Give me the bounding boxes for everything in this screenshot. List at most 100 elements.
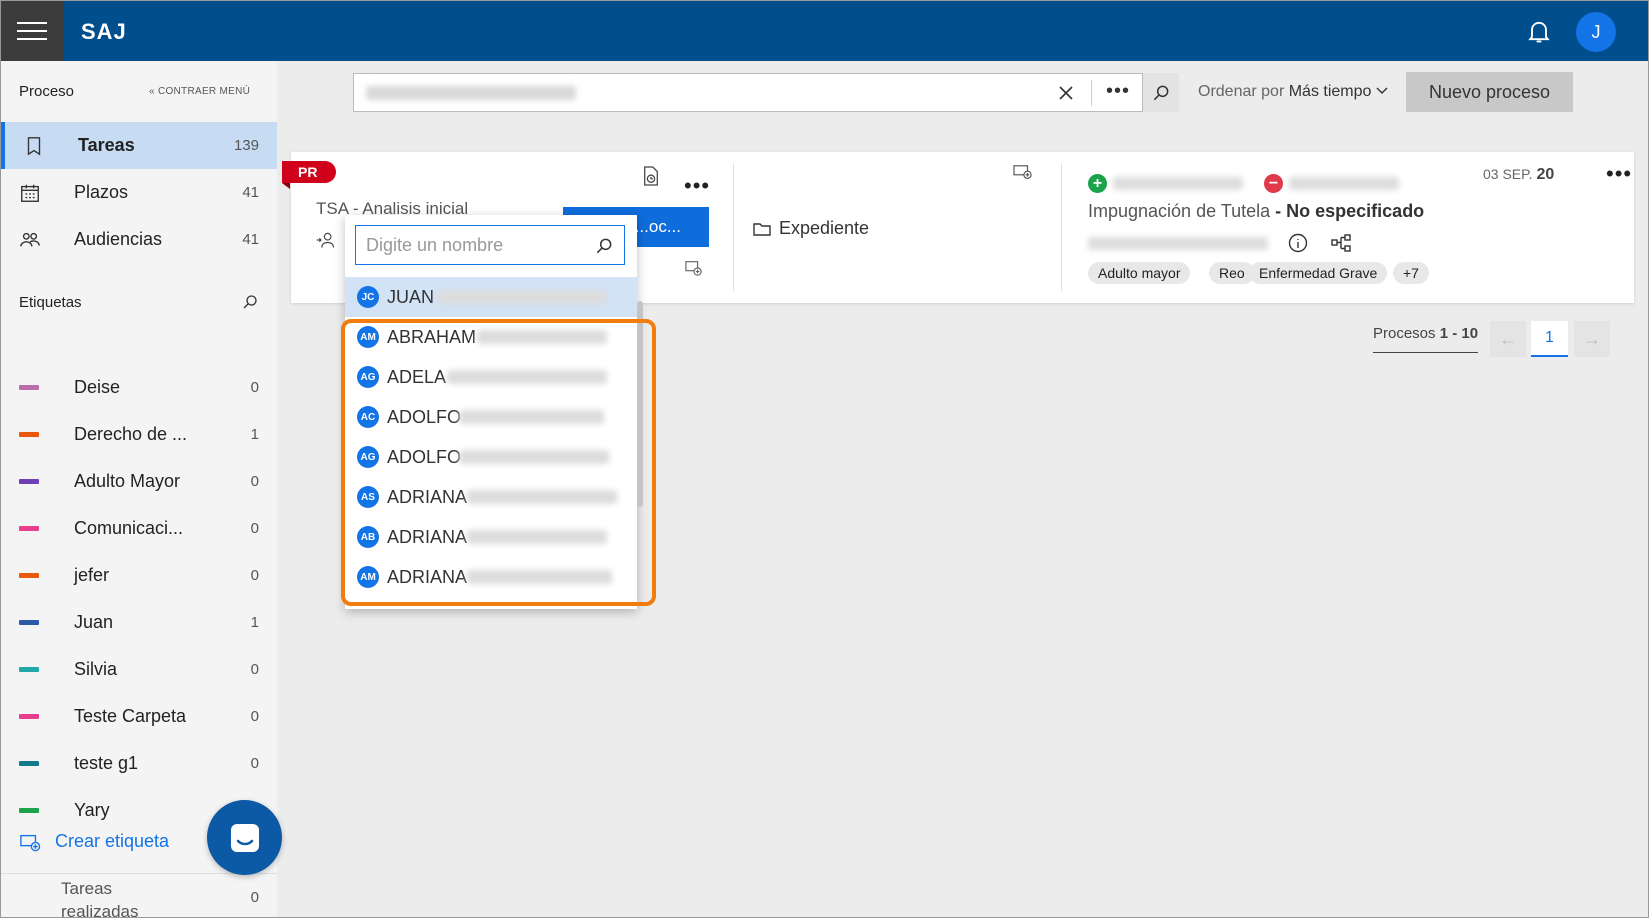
user-name: ABRAHAM [387, 326, 477, 347]
sidebar-item-label: Tareas [78, 135, 135, 155]
user-avatar[interactable]: J [1576, 12, 1616, 52]
surname-redacted [467, 570, 612, 584]
case-status: - No especificado [1270, 201, 1425, 221]
case-type: Impugnación de Tutela [1088, 201, 1271, 221]
completed-tasks-label[interactable]: Tareas realizadas [61, 877, 181, 917]
user-initials-avatar: AG [357, 446, 379, 468]
surname-redacted [477, 330, 607, 344]
name-search-field[interactable] [355, 225, 625, 265]
tag-chip[interactable]: Reo [1209, 262, 1255, 284]
page-1-button[interactable]: 1 [1531, 321, 1568, 357]
dropdown-scrollbar[interactable] [637, 301, 643, 507]
tag-count: 0 [250, 378, 259, 396]
tag-count: 1 [250, 425, 259, 443]
sort-dropdown[interactable]: Ordenar por Más tiempo [1198, 83, 1388, 101]
sidebar-item-tareas[interactable]: Tareas 139 [1, 122, 277, 169]
tag-color-swatch [19, 525, 39, 531]
user-option[interactable]: AC ADOLFO [345, 397, 637, 437]
add-note-icon[interactable] [685, 259, 703, 277]
sidebar-section-title: Proceso [19, 83, 75, 100]
user-initials-avatar: AB [357, 526, 379, 548]
user-initials-avatar: AS [357, 486, 379, 508]
user-option[interactable]: AB ADRIANA [345, 517, 637, 557]
more-tags-chip[interactable]: +7 [1393, 262, 1429, 284]
search-input[interactable]: ••• [353, 73, 1179, 112]
tag-color-swatch [19, 431, 39, 437]
sidebar-tag[interactable]: Adulto Mayor 0 [1, 461, 277, 501]
add-note-icon[interactable] [1013, 164, 1033, 182]
tag-label: Teste Carpeta [74, 705, 187, 726]
search-query-redacted [366, 86, 576, 100]
assign-user-icon[interactable] [316, 231, 336, 249]
sidebar-tag[interactable]: Comunicaci... 0 [1, 508, 277, 548]
sidebar-item-label: Plazos [74, 182, 129, 202]
sort-value: Más tiempo [1288, 83, 1372, 100]
sidebar-tag[interactable]: Derecho de ... 1 [1, 414, 277, 454]
tag-label: Adulto Mayor [74, 470, 181, 491]
user-name: JUAN [387, 286, 435, 307]
sidebar-tag[interactable]: Juan 1 [1, 602, 277, 642]
name-search-input[interactable] [366, 235, 586, 256]
user-option[interactable]: AG ADELA [345, 357, 637, 397]
user-option[interactable]: AM ABRAHAM [345, 317, 637, 357]
add-tag-icon [20, 834, 41, 851]
chat-widget-button[interactable] [207, 800, 282, 875]
new-process-button[interactable]: Nuevo proceso [1406, 72, 1573, 112]
tag-color-swatch [19, 478, 39, 484]
document-clock-icon[interactable] [642, 166, 660, 186]
more-options-icon[interactable]: ••• [1606, 161, 1632, 187]
search-button[interactable] [1142, 73, 1179, 112]
sidebar-tag[interactable]: Silvia 0 [1, 649, 277, 689]
tag-color-swatch [19, 760, 39, 766]
user-option[interactable]: AM ADRIANA [345, 557, 637, 597]
more-options-icon[interactable]: ••• [1106, 80, 1130, 103]
pagination-range: 1 - 10 [1439, 325, 1479, 342]
brand-logo: SAJ [81, 19, 127, 44]
menu-icon[interactable] [1, 1, 63, 61]
expediente-link[interactable]: Expediente [753, 218, 869, 239]
user-option-selected[interactable]: JC JUAN [345, 277, 637, 317]
search-icon [1153, 85, 1169, 100]
case-title[interactable]: Impugnación de Tutela - No especificado [1088, 201, 1424, 222]
collapse-menu-button[interactable]: « CONTRAER MENÚ [149, 86, 250, 97]
user-initials-avatar: AM [357, 326, 379, 348]
user-option[interactable]: AS ADRIANA [345, 477, 637, 517]
create-tag-label: Crear etiqueta [55, 831, 170, 851]
user-option[interactable]: AG ADOLFO [345, 437, 637, 477]
next-page-button[interactable]: → [1574, 321, 1610, 357]
hierarchy-icon[interactable] [1331, 233, 1353, 253]
completed-tasks-count: 0 [250, 889, 259, 906]
tag-count: 0 [250, 754, 259, 772]
info-icon[interactable] [1288, 233, 1308, 253]
sidebar-item-plazos[interactable]: Plazos 41 [1, 169, 277, 216]
tag-color-swatch [19, 384, 39, 390]
sidebar-tag[interactable]: jefer 0 [1, 555, 277, 595]
sidebar-tag[interactable]: Teste Carpeta 0 [1, 696, 277, 736]
tag-chip[interactable]: Enfermedad Grave [1249, 262, 1388, 284]
tag-color-swatch [19, 619, 39, 625]
divider [733, 163, 734, 291]
tag-label: Juan [74, 611, 114, 632]
tag-chip[interactable]: Adulto mayor [1088, 262, 1191, 284]
surname-redacted [459, 450, 609, 464]
tag-count: 0 [250, 519, 259, 537]
tag-count: 0 [250, 660, 259, 678]
case-number-redacted [1088, 237, 1268, 250]
prev-page-button[interactable]: ← [1490, 321, 1526, 357]
search-icon[interactable] [241, 293, 259, 311]
tag-label: Silvia [74, 658, 118, 679]
case-date: 03 SEP. 20 [1483, 166, 1554, 184]
badge-fold [282, 183, 290, 189]
close-icon[interactable] [1054, 81, 1078, 105]
surname-redacted [459, 410, 604, 424]
user-name: ADRIANA [387, 566, 468, 587]
sidebar-tag[interactable]: teste g1 0 [1, 743, 277, 783]
create-tag-button[interactable]: Crear etiqueta [19, 831, 169, 852]
sidebar-item-audiencias[interactable]: Audiencias 41 [1, 216, 277, 263]
more-options-icon[interactable]: ••• [684, 173, 710, 199]
user-name: ADELA [387, 366, 447, 387]
chevron-down-icon [1376, 87, 1388, 94]
sidebar-tag[interactable]: Deise 0 [1, 367, 277, 407]
bell-icon[interactable] [1525, 17, 1553, 45]
assign-user-dropdown: JC JUAN AM ABRAHAM AG ADELA AC ADOLFO AG… [345, 215, 637, 609]
